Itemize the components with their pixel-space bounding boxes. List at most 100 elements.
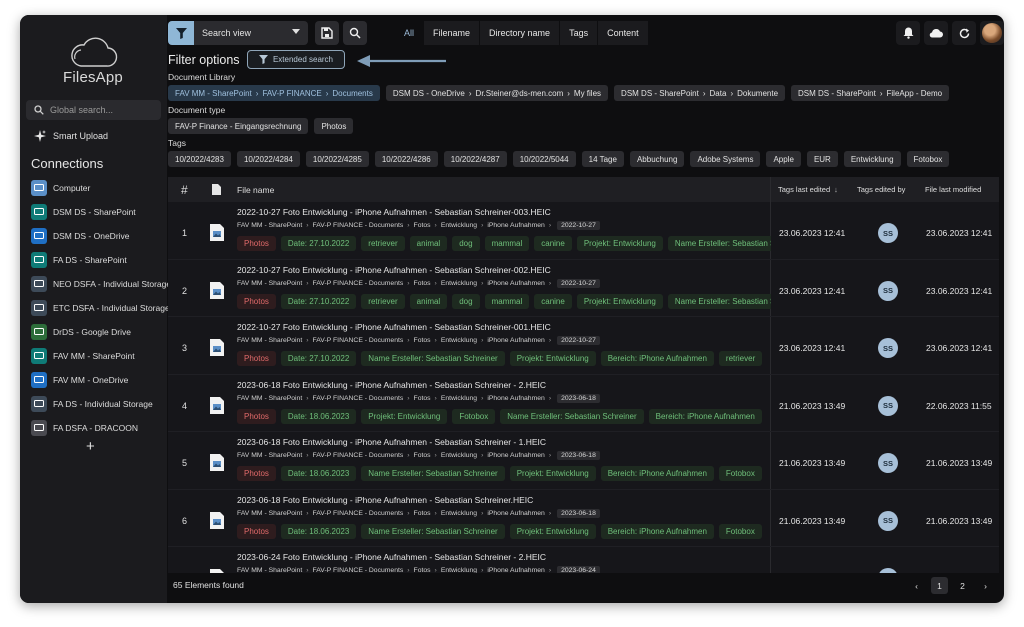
scope-tab[interactable]: Filename: [424, 21, 480, 45]
sidebar-item-connection[interactable]: DSM DS - OneDrive: [31, 224, 167, 248]
file-name[interactable]: 2023-06-18 Foto Entwicklung - iPhone Auf…: [237, 380, 546, 390]
header-tags-edited-by[interactable]: Tags edited by: [857, 177, 905, 202]
tag-filter-chip[interactable]: 10/2022/4284: [236, 151, 300, 167]
file-path-breadcrumb[interactable]: FAV MM - SharePoint › FAV-P FINANCE - Docu…: [237, 566, 600, 573]
file-name[interactable]: 2023-06-18 Foto Entwicklung - iPhone Auf…: [237, 437, 546, 447]
user-menu-button[interactable]: [980, 21, 1004, 45]
scope-tab[interactable]: Content: [598, 21, 648, 45]
tag-chip[interactable]: mammal: [484, 236, 530, 251]
tag-chip[interactable]: Photos: [237, 523, 276, 539]
document-type-chip[interactable]: Photos: [314, 118, 354, 134]
tag-chip[interactable]: canine: [534, 293, 572, 309]
global-search[interactable]: [26, 100, 161, 120]
tag-chip[interactable]: Projekt: Entwicklung: [509, 523, 596, 539]
scope-tab[interactable]: All: [395, 21, 423, 45]
save-search-button[interactable]: [315, 21, 339, 45]
tag-chip[interactable]: Date: 18.06.2023: [280, 408, 357, 424]
file-path-breadcrumb[interactable]: FAV MM - SharePoint › FAV-P FINANCE - Docu…: [237, 393, 600, 403]
tag-chip[interactable]: Name Ersteller: Sebastian Schreiner: [500, 408, 644, 424]
editor-avatar[interactable]: SS: [878, 223, 898, 243]
file-name[interactable]: 2022-10-27 Foto Entwicklung - iPhone Auf…: [237, 207, 551, 217]
sidebar-item-connection[interactable]: FAV MM - SharePoint: [31, 344, 167, 368]
document-type-chip[interactable]: FAV-P Finance - Eingangsrechnung: [168, 118, 309, 134]
page-button[interactable]: 1: [931, 577, 948, 594]
file-name[interactable]: 2023-06-18 Foto Entwicklung - iPhone Auf…: [237, 495, 533, 505]
file-path-breadcrumb[interactable]: FAV MM - SharePoint › FAV-P FINANCE - Docu…: [237, 451, 600, 460]
tag-chip[interactable]: Photos: [237, 236, 276, 251]
sidebar-item-connection[interactable]: NEO DSFA - Individual Storage: [31, 272, 171, 296]
sidebar-item-connection[interactable]: ETC DSFA - Individual Storage: [31, 296, 170, 320]
header-number[interactable]: #: [181, 177, 188, 202]
tag-chip[interactable]: mammal: [484, 293, 530, 309]
tag-chip[interactable]: Fotobox: [718, 466, 762, 481]
header-file-name[interactable]: File name: [237, 177, 274, 202]
tag-filter-chip[interactable]: EUR: [806, 151, 838, 167]
tag-filter-chip[interactable]: Abbuchung: [629, 151, 685, 167]
file-path-breadcrumb[interactable]: FAV MM - SharePoint › FAV-P FINANCE - Docu…: [237, 508, 600, 518]
file-path-breadcrumb[interactable]: FAV MM - SharePoint › FAV-P FINANCE - Docu…: [237, 278, 600, 288]
tag-filter-chip[interactable]: 10/2022/5044: [512, 151, 576, 167]
sidebar-item-connection[interactable]: FA DSFA - DRACOON: [31, 416, 167, 440]
chevron-right-icon[interactable]: ›: [977, 577, 994, 594]
header-file-last-modified[interactable]: File last modified: [925, 177, 981, 202]
tag-chip[interactable]: Bereich: iPhone Aufnahmen: [600, 351, 714, 366]
tag-chip[interactable]: Date: 27.10.2022: [280, 293, 357, 309]
table-row[interactable]: 1 2022-10-27 Foto Entwicklung - iPhone Au…: [168, 202, 999, 260]
tag-chip[interactable]: Projekt: Entwicklung: [576, 236, 663, 251]
file-name[interactable]: 2022-10-27 Foto Entwicklung - iPhone Auf…: [237, 265, 551, 275]
search-view-select[interactable]: Search view: [194, 21, 308, 45]
tag-chip[interactable]: Projekt: Entwicklung: [509, 351, 596, 366]
tag-filter-chip[interactable]: 10/2022/4286: [374, 151, 438, 167]
editor-avatar[interactable]: SS: [878, 395, 898, 416]
tag-chip[interactable]: Photos: [237, 351, 276, 366]
tag-chip[interactable]: canine: [534, 236, 572, 251]
tag-chip[interactable]: Name Ersteller: Sebastian Schreiner: [361, 523, 505, 539]
table-row[interactable]: 5 2023-06-18 Foto Entwicklung - iPhone Au…: [168, 432, 999, 490]
tag-filter-chip[interactable]: Entwicklung: [843, 151, 901, 167]
tag-chip[interactable]: Projekt: Entwicklung: [576, 293, 663, 309]
library-chip[interactable]: DSM DS - OneDrive › Dr.Steiner@ds-men.com ›…: [385, 85, 609, 101]
table-row[interactable]: 72023-06-24 Foto Entwicklung - iPhone Au…: [168, 547, 999, 573]
tag-chip[interactable]: Name Ersteller: Sebastian Schreiner: [361, 466, 505, 481]
library-chip[interactable]: DSM DS - SharePoint › Data › Dokumente: [614, 85, 786, 101]
sidebar-item-connection[interactable]: FAV MM - OneDrive: [31, 368, 167, 392]
tag-chip[interactable]: Name Ersteller: Sebastian Schreiner: [667, 236, 771, 251]
table-row[interactable]: 2 2022-10-27 Foto Entwicklung - iPhone Au…: [168, 260, 999, 317]
tag-chip[interactable]: Name Ersteller: Sebastian Schreiner: [361, 351, 505, 366]
tag-chip[interactable]: retriever: [718, 351, 763, 366]
refresh-button[interactable]: [952, 21, 976, 45]
chevron-left-icon[interactable]: ‹: [908, 577, 925, 594]
cloud-sync-button[interactable]: [924, 21, 948, 45]
global-search-input[interactable]: [50, 105, 150, 115]
tag-chip[interactable]: retriever: [361, 236, 405, 251]
tag-chip[interactable]: Bereich: iPhone Aufnahmen: [648, 408, 762, 424]
tag-chip[interactable]: animal: [409, 293, 448, 309]
page-button[interactable]: 2: [954, 577, 971, 594]
table-row[interactable]: 4 2023-06-18 Foto Entwicklung - iPhone Au…: [168, 375, 999, 432]
tag-chip[interactable]: Name Ersteller: Sebastian Schreiner: [667, 293, 771, 309]
sidebar-item-connection[interactable]: Computer: [31, 176, 167, 200]
tag-chip[interactable]: Bereich: iPhone Aufnahmen: [600, 466, 714, 481]
tag-chip[interactable]: Bereich: iPhone Aufnahmen: [600, 523, 714, 539]
tag-chip[interactable]: Photos: [237, 293, 276, 309]
tag-filter-chip[interactable]: 10/2022/4285: [305, 151, 369, 167]
tag-chip[interactable]: Fotobox: [718, 523, 762, 539]
tag-chip[interactable]: Fotobox: [452, 408, 496, 424]
library-chip[interactable]: DSM DS - SharePoint › FileApp - Demo: [791, 85, 950, 101]
editor-avatar[interactable]: SS: [878, 280, 898, 301]
header-tags-last-edited[interactable]: Tags last edited ↓: [778, 177, 838, 202]
file-name[interactable]: 2022-10-27 Foto Entwicklung - iPhone Auf…: [237, 322, 551, 332]
sidebar-item-connection[interactable]: FA DS - Individual Storage: [31, 392, 167, 416]
tag-filter-chip[interactable]: Adobe Systems: [690, 151, 761, 167]
sidebar-item-connection[interactable]: FA DS - SharePoint: [31, 248, 167, 272]
tag-chip[interactable]: Projekt: Entwicklung: [361, 408, 448, 424]
notifications-button[interactable]: [896, 21, 920, 45]
tag-chip[interactable]: animal: [409, 236, 448, 251]
tag-filter-chip[interactable]: 10/2022/4287: [443, 151, 507, 167]
scope-tab[interactable]: Tags: [560, 21, 598, 45]
scope-tab[interactable]: Directory name: [480, 21, 560, 45]
sidebar-item-connection[interactable]: DSM DS - SharePoint: [31, 200, 167, 224]
tag-filter-chip[interactable]: 14 Tage: [581, 151, 624, 167]
tag-chip[interactable]: Date: 27.10.2022: [280, 236, 357, 251]
editor-avatar[interactable]: SS: [878, 510, 898, 531]
